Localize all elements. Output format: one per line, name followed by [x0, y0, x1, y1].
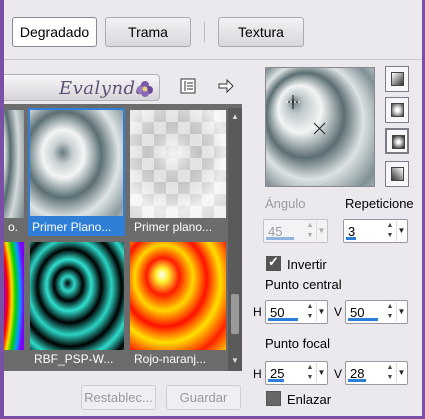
scroll-down-arrow-icon[interactable]: ▼	[229, 354, 241, 368]
angle-slider-bar	[266, 237, 294, 240]
dropdown-arrow-icon[interactable]: ▼	[316, 302, 326, 322]
tab-trama[interactable]: Trama	[105, 17, 191, 47]
spin-arrows-icon[interactable]: ▲ ▼	[305, 302, 315, 322]
focal-v-slider-bar	[348, 379, 366, 382]
thumbnail-label: RBF_PSP-W...	[34, 352, 114, 366]
link-label: Enlazar	[287, 392, 332, 407]
tab-bar: Degradado Trama Textura	[4, 0, 422, 60]
dropdown-arrow-icon[interactable]: ▼	[396, 221, 406, 241]
resource-list-icon[interactable]	[178, 76, 198, 96]
spin-arrows-icon[interactable]: ▲ ▼	[385, 302, 395, 322]
rectangular-style-button[interactable]	[385, 97, 409, 123]
thumbnail-gradient[interactable]	[4, 110, 24, 218]
link-checkbox[interactable]	[266, 391, 281, 406]
radial-gradient-icon	[392, 135, 405, 149]
angle-label: Ángulo	[265, 196, 306, 211]
gradient-gallery: Evalynda o. Primer Plano... Primer plano…	[4, 66, 242, 371]
gallery-category-dropdown[interactable]: Evalynda	[4, 74, 160, 101]
center-v-slider-bar	[348, 318, 378, 321]
reset-button[interactable]: Restablec...	[81, 385, 156, 410]
invert-checkbox[interactable]	[266, 254, 281, 271]
scrollbar-thumb[interactable]	[231, 294, 239, 334]
center-point-label: Punto central	[265, 277, 342, 292]
repeats-label: Repeticione	[345, 196, 414, 211]
focal-h-spinner[interactable]: 25 ▲ ▼ ▼	[265, 361, 328, 385]
focal-v-spinner[interactable]: 28 ▲ ▼ ▼	[345, 361, 408, 385]
focal-h-label: H	[253, 367, 262, 381]
spin-arrows-icon[interactable]: ▲ ▼	[305, 221, 315, 241]
gallery-thumbnails: o. Primer Plano... Primer plano... RBF_P…	[4, 108, 228, 371]
save-button[interactable]: Guardar	[166, 385, 241, 410]
invert-label: Invertir	[287, 257, 327, 272]
angle-spinner[interactable]: 45 ▲ ▼ ▼	[263, 219, 328, 243]
tab-textura[interactable]: Textura	[218, 17, 304, 47]
thumbnail-red-orange[interactable]	[130, 242, 226, 350]
flower-icon	[137, 81, 153, 97]
linear-style-button[interactable]	[385, 66, 409, 92]
linear-gradient-icon	[391, 72, 404, 86]
rectangular-gradient-icon	[391, 103, 404, 117]
spin-arrows-icon[interactable]: ▲ ▼	[305, 363, 315, 383]
thumbnail-label: o.	[8, 220, 19, 234]
evalynda-logo: Evalynda	[59, 78, 147, 99]
gallery-header: Evalynda	[4, 66, 242, 104]
dropdown-arrow-icon[interactable]: ▼	[316, 221, 326, 241]
thumbnail-label: Primer plano...	[134, 220, 213, 234]
thumbnail-gradient[interactable]	[4, 242, 24, 350]
focal-v-label: V	[334, 367, 343, 381]
thumbnail-gradient-selected[interactable]	[28, 108, 125, 218]
sunburst-style-button[interactable]	[385, 161, 409, 187]
thumbnail-teal-rings[interactable]	[30, 242, 124, 350]
spin-arrows-icon[interactable]: ▲ ▼	[385, 221, 395, 241]
repeats-spinner[interactable]: 3 ▲ ▼ ▼	[343, 219, 408, 243]
dropdown-arrow-icon[interactable]: ▼	[396, 302, 406, 322]
spin-arrows-icon[interactable]: ▲ ▼	[385, 363, 395, 383]
focal-h-slider-bar	[268, 379, 284, 382]
gradient-preview[interactable]	[265, 67, 375, 187]
center-v-label: V	[334, 305, 343, 319]
tab-degradado[interactable]: Degradado	[12, 17, 97, 47]
center-h-label: H	[253, 305, 262, 319]
center-h-slider-bar	[268, 318, 298, 321]
gallery-scrollbar[interactable]: ▲ ▼	[228, 108, 242, 371]
dropdown-arrow-icon[interactable]: ▼	[396, 363, 406, 383]
dropdown-arrow-icon[interactable]: ▼	[316, 363, 326, 383]
center-v-spinner[interactable]: 50 ▲ ▼ ▼	[345, 300, 408, 324]
scroll-up-arrow-icon[interactable]: ▲	[229, 110, 241, 124]
tab-separator	[204, 22, 205, 42]
center-h-spinner[interactable]: 50 ▲ ▼ ▼	[265, 300, 328, 324]
thumbnail-label: Rojo-naranj...	[134, 352, 207, 366]
thumbnail-label-selected: Primer Plano...	[28, 218, 125, 236]
repeats-slider-bar	[346, 237, 356, 240]
sunburst-gradient-icon	[391, 167, 404, 181]
radial-style-button[interactable]	[385, 128, 409, 154]
focal-point-label: Punto focal	[265, 336, 331, 351]
export-arrow-icon[interactable]	[216, 76, 236, 96]
thumbnail-label	[4, 350, 24, 368]
thumbnail-transparent-gradient[interactable]	[130, 110, 226, 218]
